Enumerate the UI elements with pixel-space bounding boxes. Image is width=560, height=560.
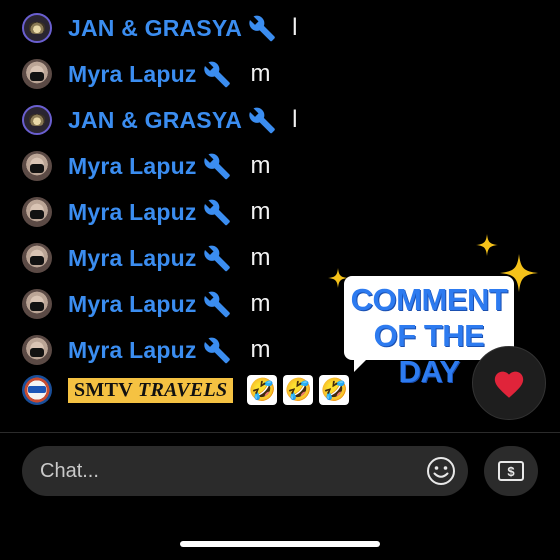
comment-row[interactable]: Myra Lapuz m: [22, 330, 271, 370]
cotd-line1: COMMENT: [350, 282, 508, 317]
rofl-emoji-icon: 🤣: [247, 375, 278, 405]
avatar[interactable]: [22, 151, 52, 181]
comment-text: m: [250, 290, 271, 317]
sparkle-icon: [476, 234, 498, 256]
avatar[interactable]: [22, 13, 52, 43]
wrench-icon: [203, 245, 230, 272]
chat-input[interactable]: Chat...: [22, 446, 468, 496]
avatar[interactable]: [22, 243, 52, 273]
commenter-name[interactable]: Myra Lapuz: [68, 61, 197, 88]
divider: [0, 432, 560, 433]
comment-row[interactable]: Myra Lapuz m: [22, 238, 271, 278]
heart-icon: [494, 371, 524, 398]
smiley-icon[interactable]: [426, 456, 456, 486]
home-indicator[interactable]: [180, 541, 380, 547]
commenter-name[interactable]: JAN & GRASYA: [68, 107, 242, 134]
comment-row[interactable]: JAN & GRASYA l: [22, 8, 297, 48]
wrench-icon: [203, 61, 230, 88]
emoji-message: 🤣 🤣 🤣: [247, 375, 350, 405]
avatar[interactable]: [22, 335, 52, 365]
rofl-emoji-icon: 🤣: [283, 375, 314, 405]
wrench-icon: [203, 337, 230, 364]
comment-text: m: [250, 60, 271, 87]
chat-placeholder: Chat...: [40, 459, 99, 482]
comment-row[interactable]: JAN & GRASYA l: [22, 100, 297, 140]
tip-button[interactable]: $: [484, 446, 538, 496]
comment-of-the-day-sticker: COMMENT OF THE DAY: [344, 276, 514, 389]
badge-name-part2: TRAVELS: [137, 378, 228, 401]
comment-text: l: [292, 14, 298, 41]
comment-text: l: [292, 106, 298, 133]
wrench-icon: [249, 107, 275, 134]
commenter-name[interactable]: Myra Lapuz: [68, 245, 197, 272]
commenter-name[interactable]: Myra Lapuz: [68, 291, 197, 318]
commenter-name[interactable]: Myra Lapuz: [68, 199, 197, 226]
wrench-icon: [203, 153, 230, 180]
avatar[interactable]: [22, 375, 52, 405]
commenter-name[interactable]: JAN & GRASYA: [68, 15, 242, 42]
comment-row[interactable]: Myra Lapuz m: [22, 146, 271, 186]
wrench-icon: [203, 199, 230, 226]
comment-row[interactable]: Myra Lapuz m: [22, 54, 271, 94]
wrench-icon: [203, 291, 230, 318]
commenter-name-badge[interactable]: SMTV TRAVELS: [68, 377, 234, 403]
comment-row[interactable]: Myra Lapuz m: [22, 284, 271, 324]
comment-text: m: [250, 152, 271, 179]
commenter-name[interactable]: Myra Lapuz: [68, 153, 197, 180]
featured-comment-row[interactable]: SMTV TRAVELS 🤣 🤣 🤣: [22, 370, 350, 410]
avatar[interactable]: [22, 197, 52, 227]
avatar[interactable]: [22, 289, 52, 319]
avatar[interactable]: [22, 59, 52, 89]
commenter-name[interactable]: Myra Lapuz: [68, 337, 197, 364]
avatar[interactable]: [22, 105, 52, 135]
comment-text: m: [250, 244, 271, 271]
svg-text:$: $: [507, 464, 515, 479]
badge-name-part1: SMTV: [74, 378, 133, 401]
comment-text: m: [250, 198, 271, 225]
comment-row[interactable]: Myra Lapuz m: [22, 192, 271, 232]
money-icon: $: [498, 461, 524, 481]
like-button[interactable]: [472, 346, 546, 420]
comment-text: m: [250, 336, 271, 363]
wrench-icon: [249, 15, 275, 42]
